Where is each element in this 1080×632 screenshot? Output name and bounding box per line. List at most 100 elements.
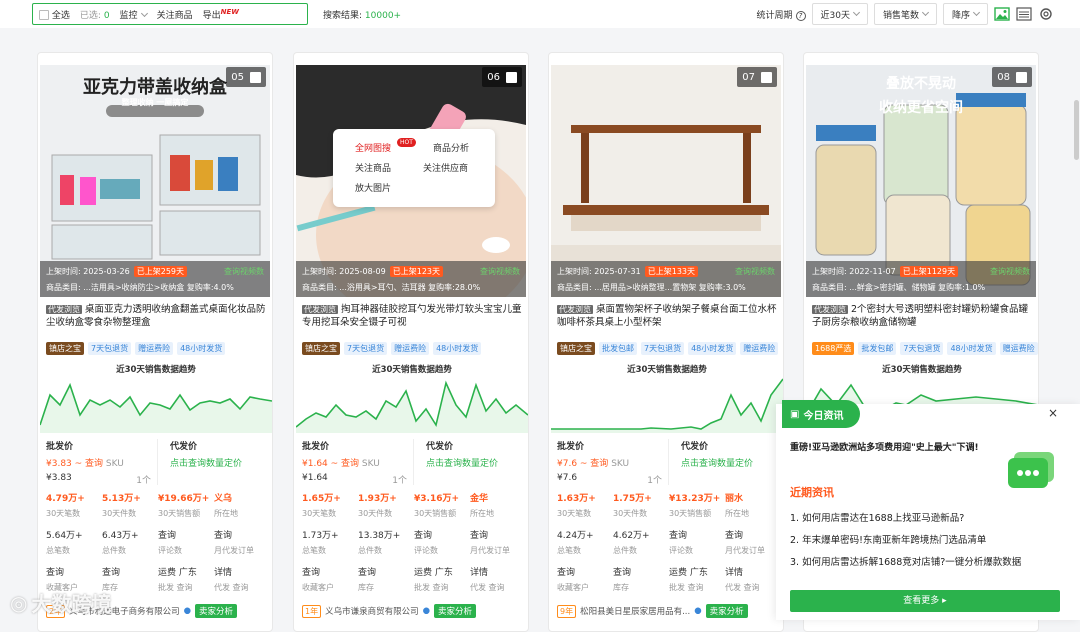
seller-analysis-button[interactable]: 卖家分析 <box>195 604 238 618</box>
product-tag: 批发包邮 <box>599 342 637 355</box>
menu-follow-product[interactable]: 关注商品 <box>355 161 391 174</box>
stat-value[interactable]: 详情 <box>470 565 526 578</box>
stat-value[interactable]: 查询 <box>46 565 102 578</box>
scrollbar-thumb[interactable] <box>1074 100 1079 160</box>
stat-value[interactable]: 详情 <box>214 565 270 578</box>
dropship-query-link[interactable]: 点击查询数量定价 <box>170 456 242 469</box>
query-video-link[interactable]: 查询视频数 <box>990 266 1030 277</box>
stat-value[interactable]: 查询 <box>214 528 270 541</box>
query-video-link[interactable]: 查询视频数 <box>735 266 775 277</box>
stat-label: 代发 查询 <box>470 583 505 592</box>
list-view-icon[interactable] <box>1016 7 1032 21</box>
monitor-dropdown[interactable]: 监控 <box>120 8 148 21</box>
product-title[interactable]: 代发浏览 2个密封大号透明塑料密封罐奶粉罐食品罐子厨房杂粮收纳盒储物罐 <box>812 303 1034 331</box>
stat-value[interactable]: 查询 <box>669 528 725 541</box>
close-icon[interactable]: × <box>1048 406 1058 420</box>
select-all-checkbox[interactable]: 全选 <box>39 8 70 21</box>
stat-value: 1.93万+ <box>358 494 397 504</box>
product-tag: 48小时发货 <box>947 342 996 355</box>
chat-bubble-illustration <box>1008 452 1054 488</box>
stat-value[interactable]: 查询 <box>102 565 158 578</box>
watermark-logo: ◎ 大数跨境 <box>10 590 112 617</box>
wholesale-price-value[interactable]: ¥1.64 ~ 查询 <box>302 459 359 469</box>
stat-value[interactable]: 查询 <box>470 528 526 541</box>
company-name[interactable]: 松阳县美日星辰家居用品有... <box>580 605 690 617</box>
follow-products-button[interactable]: 关注商品 <box>157 8 193 21</box>
menu-product-analysis[interactable]: 商品分析 <box>433 141 469 154</box>
export-button[interactable]: 导出NEW <box>203 8 239 21</box>
stats-grid: 1.65万+ 30天笔数 1.93万+ 30天件数 ¥3.16万+ 30天销售额 金华 所在地… <box>302 491 526 602</box>
dropship-price: 代发价 点击查询数量定价 <box>681 442 754 469</box>
source-tag: 代发浏览 <box>46 305 82 314</box>
repurchase-rate: 复购率:4.0% <box>186 283 234 292</box>
stats-grid: 1.63万+ 30天笔数 1.75万+ 30天件数 ¥13.23万+ 30天销售额 丽水 所在… <box>557 491 781 602</box>
news-headline[interactable]: 重磅!亚马逊欧洲站多项费用迎"史上最大"下调! <box>790 440 979 453</box>
sort-order-select[interactable]: 降序 <box>942 3 988 25</box>
stat-cell: ¥19.66万+ 30天销售额 <box>158 491 214 528</box>
query-video-link[interactable]: 查询视频数 <box>480 266 520 277</box>
card-checkbox[interactable] <box>1016 71 1027 83</box>
wholesale-price-value[interactable]: ¥7.6 ~ 查询 <box>557 459 608 469</box>
stat-label: 30天件数 <box>102 509 137 518</box>
product-title[interactable]: 代发浏览 桌面置物架杯子收纳架子餐桌台面工位水杯咖啡杯茶具桌上小型杯架 <box>557 303 779 331</box>
stat-value[interactable]: 查询 <box>557 565 613 578</box>
news-icon: ▣ <box>790 408 800 420</box>
period-select[interactable]: 近30天 <box>811 3 868 25</box>
stat-label: 评论数 <box>669 546 693 555</box>
stat-value: 5.13万+ <box>102 494 141 504</box>
stat-value[interactable]: 详情 <box>725 565 781 578</box>
seller-analysis-button[interactable]: 卖家分析 <box>705 604 748 618</box>
stat-cell: ¥13.23万+ 30天销售额 <box>669 491 725 528</box>
card-checkbox[interactable] <box>250 71 261 83</box>
news-item[interactable]: 3. 如何用店雷达拆解1688竞对店铺?一键分析爆款数据 <box>790 552 1021 574</box>
menu-image-search[interactable]: 全网图搜 <box>355 141 391 154</box>
stat-cell: 查询 月代发订单 <box>214 528 270 565</box>
seller-analysis-button[interactable]: 卖家分析 <box>434 604 477 618</box>
product-tag: 48小时发货 <box>688 342 737 355</box>
stat-value[interactable]: 查询 <box>358 565 414 578</box>
stat-value[interactable]: 查询 <box>613 565 669 578</box>
product-image[interactable]: 叠放不晃动 收纳更省空间 08 上架时间: 2022-11-07 已上架1129天 … <box>806 65 1036 297</box>
product-tag: 批发包邮 <box>858 342 897 355</box>
news-item[interactable]: 2. 年末爆单密码!东南亚新年跨境热门选品清单 <box>790 530 1021 552</box>
settings-icon[interactable] <box>1038 7 1054 21</box>
company-name[interactable]: 义乌市谦泉商贸有限公司 <box>325 605 419 617</box>
stat-label: 总件数 <box>613 546 637 555</box>
stat-label: 收藏客户 <box>302 583 334 592</box>
product-title[interactable]: 代发浏览 掏耳神器硅胶挖耳勺发光带灯软头宝宝儿童专用挖耳朵安全镊子可视 <box>302 303 524 331</box>
menu-zoom-image[interactable]: 放大图片 <box>355 181 391 194</box>
stat-row: 4.24万+ 总笔数 4.62万+ 总件数 查询 评论数 查询 月代发订单 <box>557 528 781 565</box>
menu-follow-supplier[interactable]: 关注供应商 <box>423 161 468 174</box>
scrollbar[interactable] <box>1072 40 1080 560</box>
news-list: 1. 如何用店雷达在1688上找亚马逊新品? 2. 年末爆单密码!东南亚新年跨境… <box>790 508 1021 574</box>
trend-title: 近30天销售数据趋势 <box>627 365 707 375</box>
help-icon[interactable]: ? <box>795 10 806 21</box>
dropship-query-link[interactable]: 点击查询数量定价 <box>426 456 498 469</box>
product-title[interactable]: 代发浏览 桌面亚克力透明收纳盒翻盖式桌面化妆品防尘收纳盒零食杂物整理盒 <box>46 303 268 331</box>
wholesale-price-value[interactable]: ¥3.83 ~ 查询 <box>46 459 103 469</box>
listed-days-badge: 已上架259天 <box>133 266 188 277</box>
stat-value[interactable]: 查询 <box>158 528 214 541</box>
stat-label: 30天件数 <box>613 509 648 518</box>
dropship-query-link[interactable]: 点击查询数量定价 <box>681 456 753 469</box>
card-index: 06 <box>482 67 522 87</box>
card-checkbox[interactable] <box>506 71 517 83</box>
stat-label: 月代发订单 <box>470 546 510 555</box>
stat-value[interactable]: 查询 <box>414 528 470 541</box>
sort-field-select[interactable]: 销售笔数 <box>873 3 937 25</box>
image-view-icon[interactable] <box>994 7 1010 21</box>
query-video-link[interactable]: 查询视频数 <box>224 266 264 277</box>
stat-value[interactable]: 查询 <box>302 565 358 578</box>
card-checkbox[interactable] <box>761 71 772 83</box>
listing-info-overlay: 上架时间: 2025-08-09 已上架123天 查询视频数 商品类目: ...浴… <box>296 261 526 297</box>
stat-label: 收藏客户 <box>557 583 589 592</box>
stat-cell: 详情 代发 查询 <box>214 565 270 602</box>
news-item[interactable]: 1. 如何用店雷达在1688上找亚马逊新品? <box>790 508 1021 530</box>
news-tab[interactable]: ▣ 今日资讯 <box>782 400 860 428</box>
product-image[interactable]: 07 上架时间: 2025-07-31 已上架133天 查询视频数 商品类目: .… <box>551 65 781 297</box>
product-image[interactable]: 亚克力带盖收纳盒 整理收纳 一屋搞定 05 上架时间: 2025-03-26 已上架… <box>40 65 270 297</box>
stat-row: 查询 收藏客户 查询 库存 运费 广东 批发 查询 详情 代发 查询 <box>302 565 526 602</box>
stat-value[interactable]: 查询 <box>725 528 781 541</box>
view-more-button[interactable]: 查看更多 ▸ <box>790 590 1060 612</box>
stat-label: 30天销售额 <box>158 509 201 518</box>
